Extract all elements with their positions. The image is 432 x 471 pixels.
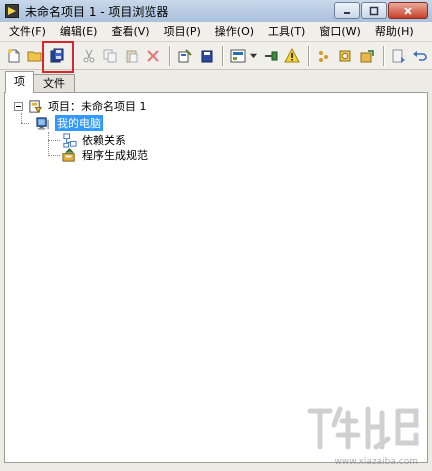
deploy-button[interactable]: [197, 46, 217, 66]
window-title: 未命名项目 1 - 项目浏览器: [25, 4, 169, 19]
close-button[interactable]: [388, 2, 428, 19]
menu-window[interactable]: 窗口(W): [312, 22, 367, 42]
delete-button[interactable]: [144, 46, 164, 66]
cut-icon: [83, 49, 95, 62]
view-button[interactable]: [228, 46, 248, 66]
paste-icon: [126, 50, 138, 62]
menu-view[interactable]: 查看(V): [104, 22, 156, 42]
toolbar-separator: [169, 45, 172, 66]
menu-file[interactable]: 文件(F): [0, 22, 53, 42]
maximize-icon: [369, 6, 379, 15]
settings-icon: [339, 50, 351, 61]
export-button[interactable]: [357, 46, 377, 66]
tab-items[interactable]: 项: [5, 71, 34, 93]
project-icon: [27, 98, 43, 114]
filter-button[interactable]: [314, 46, 334, 66]
tree-computer-label: 我的电脑: [55, 115, 103, 131]
warning-button[interactable]: [282, 46, 302, 66]
connect-button[interactable]: [261, 46, 281, 66]
dependencies-icon: [61, 132, 77, 148]
tree-root-label: 项目：未命名项目 1: [48, 100, 147, 113]
build-specs-icon: [61, 147, 77, 163]
toolbar-separator: [222, 45, 225, 66]
connect-icon: [264, 51, 278, 60]
toolbar-separator: [382, 45, 385, 66]
filter-icon: [318, 50, 328, 62]
tree-connector: [48, 132, 49, 156]
tree-computer-row[interactable]: 我的电脑: [30, 115, 103, 131]
delete-icon: [147, 49, 160, 62]
title-bar[interactable]: 未命名项目 1 - 项目浏览器: [0, 0, 432, 22]
tree-build-specs-label: 程序生成规范: [82, 149, 148, 162]
copy-button[interactable]: [100, 46, 120, 66]
undo-icon: [413, 50, 427, 61]
toolbar: [0, 40, 432, 73]
tree-connector: [48, 140, 60, 141]
watermark-caption: www.xiazaiba.com: [334, 457, 418, 467]
tree-item-build-specs[interactable]: 程序生成规范: [61, 147, 148, 163]
tab-files[interactable]: 文件: [33, 74, 75, 93]
view-icon: [230, 49, 246, 62]
copy-icon: [103, 49, 117, 62]
tree-connector: [21, 113, 22, 123]
step-button[interactable]: [389, 46, 409, 66]
maximize-button[interactable]: [361, 2, 387, 19]
tree-item-dependencies[interactable]: 依赖关系: [61, 132, 126, 148]
menu-operate[interactable]: 操作(O): [208, 22, 261, 42]
tree-root-row[interactable]: 项目：未命名项目 1: [14, 98, 147, 114]
cut-button[interactable]: [79, 46, 99, 66]
computer-icon: [34, 115, 50, 131]
watermark-logo: [307, 406, 419, 450]
collapse-toggle[interactable]: [14, 101, 23, 111]
save-all-icon: [50, 48, 64, 62]
settings-button[interactable]: [336, 46, 356, 66]
close-icon: [404, 6, 412, 15]
app-icon: [5, 4, 19, 18]
toolbar-separator: [307, 45, 310, 66]
browser-tabs: 项 文件: [5, 71, 75, 93]
menu-edit[interactable]: 编辑(E): [53, 22, 105, 42]
open-icon: [27, 51, 42, 61]
step-icon: [392, 49, 405, 63]
tree-connector: [48, 155, 60, 156]
warning-icon: [284, 47, 301, 62]
tree-connector: [21, 123, 29, 124]
paste-button[interactable]: [122, 46, 142, 66]
chevron-down-icon: [250, 53, 258, 59]
menu-project[interactable]: 项目(P): [157, 22, 208, 42]
menu-bar: 文件(F) 编辑(E) 查看(V) 项目(P) 操作(O) 工具(T) 窗口(W…: [0, 22, 432, 42]
menu-tools[interactable]: 工具(T): [261, 22, 312, 42]
build-button[interactable]: [175, 46, 195, 66]
project-browser-window: 未命名项目 1 - 项目浏览器 文件(F) 编辑(E) 查看(V) 项目(P) …: [0, 0, 432, 471]
tree-dependencies-label: 依赖关系: [82, 134, 126, 147]
export-icon: [360, 49, 374, 62]
undo-button[interactable]: [410, 46, 430, 66]
build-icon: [178, 48, 192, 62]
deploy-icon: [201, 50, 213, 62]
minus-icon: [16, 105, 21, 107]
minimize-icon: [344, 11, 350, 14]
new-button[interactable]: [4, 46, 24, 66]
new-icon: [7, 48, 20, 62]
save-all-button[interactable]: [42, 40, 74, 73]
view-dropdown[interactable]: [250, 46, 258, 66]
window-controls: [333, 2, 428, 19]
minimize-button[interactable]: [334, 2, 360, 19]
menu-help[interactable]: 帮助(H): [368, 22, 421, 42]
